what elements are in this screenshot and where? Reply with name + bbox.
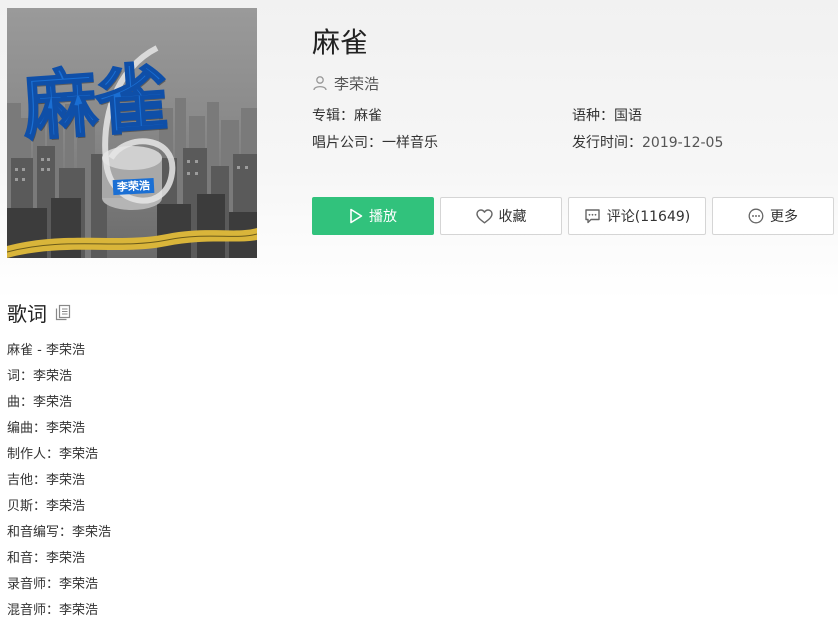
song-detail-page: 麻雀 李荣浩 麻雀 李荣浩 专辑：麻雀 语种：国语 唱片公司：一样音乐 发行时间… [0,0,838,625]
comment-button[interactable]: 评论(11649) [568,197,706,235]
cover-artist-art: 李荣浩 [112,177,155,196]
comment-label: 评论(11649) [606,209,691,225]
play-icon [349,208,363,224]
release-date-value: 2019-12-05 [642,135,724,151]
lyric-line: 词：李荣浩 [7,369,73,384]
more-label: 更多 [770,209,798,225]
artist-name: 李荣浩 [334,74,380,93]
album-cover[interactable]: 麻雀 李荣浩 [7,8,257,258]
lyric-line: 制作人：李荣浩 [7,447,99,462]
release-date-label: 发行时间： [572,135,642,151]
favorite-label: 收藏 [498,209,527,225]
lyric-line: 混音师：李荣浩 [7,603,99,618]
copy-icon[interactable] [55,304,71,325]
play-button[interactable]: 播放 [312,197,434,235]
album-label: 专辑： [312,108,354,124]
lyric-line: 录音师：李荣浩 [7,577,99,592]
record-label-label: 唱片公司： [312,135,382,151]
heart-icon [475,208,493,224]
cover-title-art: 麻雀 [19,54,171,152]
language-label: 语种： [572,108,614,124]
album-info: 专辑：麻雀 [312,106,382,126]
lyric-line: 吉他：李荣浩 [7,473,86,488]
comment-icon [584,208,601,224]
language-value: 国语 [614,108,642,124]
lyric-line: 编曲：李荣浩 [7,421,86,436]
play-label: 播放 [369,209,397,225]
lyrics-list: 麻雀 - 李荣浩 词：李荣浩 曲：李荣浩 编曲：李荣浩 制作人：李荣浩 吉他：李… [7,341,111,625]
more-icon [748,208,764,224]
album-value[interactable]: 麻雀 [354,108,382,124]
release-date-info: 发行时间：2019-12-05 [572,133,723,153]
lyrics-title: 歌词 [7,302,47,326]
artist-link[interactable]: 李荣浩 [312,72,379,94]
lyric-line: 和音：李荣浩 [7,551,86,566]
song-title: 麻雀 [312,26,369,59]
lyric-line: 麻雀 - 李荣浩 [7,343,85,358]
record-label-value: 一样音乐 [382,135,438,151]
lyric-line: 和音编写：李荣浩 [7,525,112,540]
more-button[interactable]: 更多 [712,197,834,235]
lyric-line: 贝斯：李荣浩 [7,499,86,514]
language-info: 语种：国语 [572,106,642,126]
favorite-button[interactable]: 收藏 [440,197,562,235]
record-label-info: 唱片公司：一样音乐 [312,133,438,153]
lyric-line: 曲：李荣浩 [7,395,73,410]
lyrics-header: 歌词 [7,300,71,328]
person-icon [312,75,328,91]
